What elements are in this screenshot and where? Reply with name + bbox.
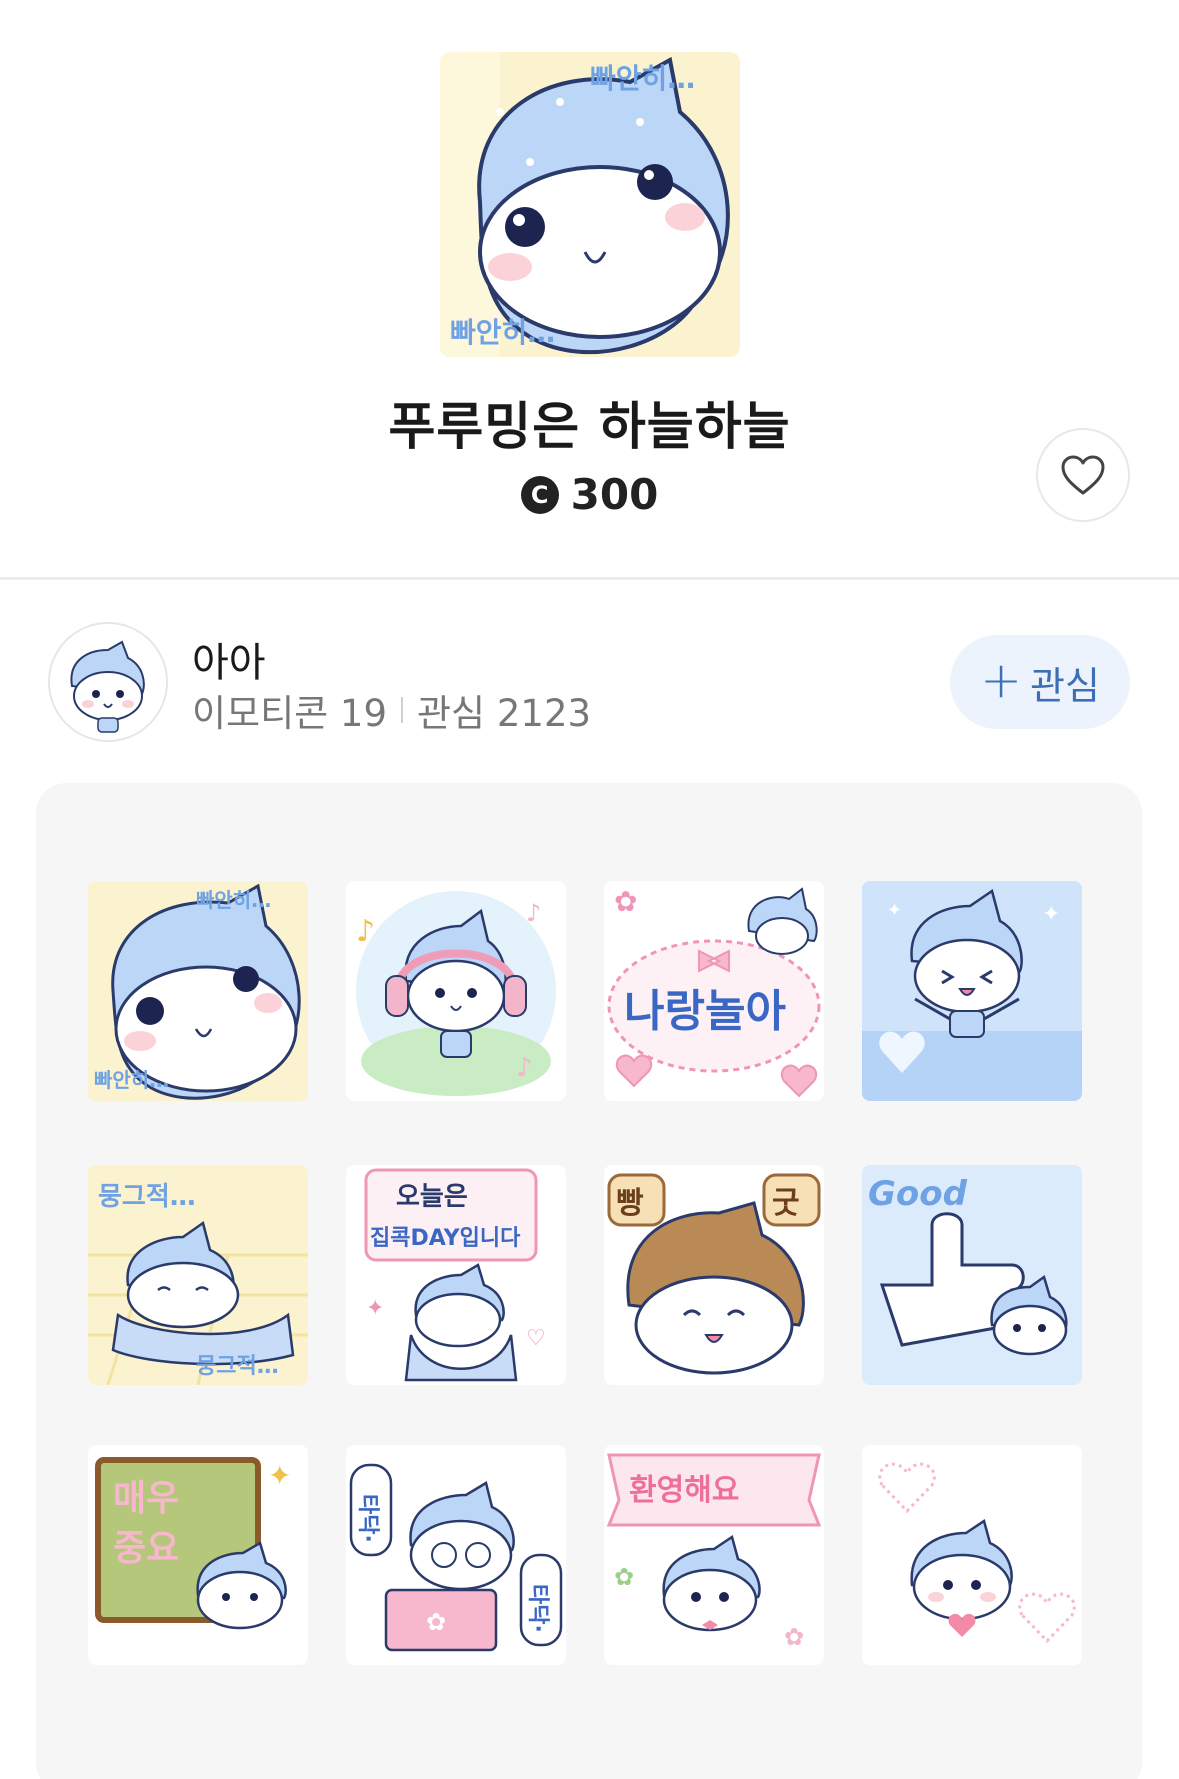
- emoticon-count: 이모티콘 19: [192, 692, 388, 735]
- sticker-caption-top: 뭉그적…: [98, 1182, 196, 1212]
- svg-text:✦: ✦: [887, 900, 902, 921]
- heart-outline-icon: [1061, 455, 1105, 495]
- sticker-item[interactable]: 매우 중요 ✦: [88, 1445, 308, 1665]
- sticker-cat-stare-image: 빠안히… 빠안히…: [88, 881, 308, 1101]
- sticker-caption-bottom: 뭉그적…: [196, 1354, 279, 1379]
- svg-text:빠안히…: 빠안히…: [450, 316, 555, 349]
- sticker-cat-cheer-image: ✦ ✦: [862, 881, 1082, 1101]
- stats-separator: [401, 697, 404, 723]
- avatar-cat-image: [50, 624, 166, 740]
- follow-button[interactable]: + 관심: [950, 635, 1130, 729]
- sticker-item[interactable]: Good: [862, 1165, 1082, 1385]
- sticker-caption-top: 빵: [616, 1186, 644, 1221]
- follow-button-label: 관심: [1029, 663, 1100, 708]
- sticker-caption-top: 환영해요: [629, 1473, 739, 1508]
- sticker-caption-bottom: 중요: [113, 1528, 179, 1569]
- sticker-cat-hearts-image: [862, 1445, 1082, 1665]
- sticker-cat-headphones-image: ♪ ♪ ♪: [346, 881, 566, 1101]
- cat-character-image: 빠안히… 빠안히…: [440, 52, 740, 357]
- sticker-very-important-image: 매우 중요 ✦: [88, 1445, 308, 1665]
- author-stats: 이모티콘 19 관심 2123: [192, 683, 591, 737]
- author-name[interactable]: 아아: [192, 630, 266, 688]
- section-divider: [0, 577, 1179, 580]
- sticker-welcome-image: 환영해요 ✿ ✿: [604, 1445, 824, 1665]
- sticker-cat-blanket-image: 뭉그적… 뭉그적…: [88, 1165, 308, 1385]
- sticker-play-with-me-image: 나랑놀아 ✿: [604, 881, 824, 1101]
- author-section: 아아 이모티콘 19 관심 2123 + 관심: [0, 620, 1179, 745]
- sticker-grid: 빠안히… 빠안히… ♪ ♪ ♪ 나랑놀아 ✿ ✦ ✦ 뭉그적… 뭉그적… 오늘은…: [36, 783, 1142, 1779]
- sticker-item[interactable]: ✦ ✦: [862, 881, 1082, 1101]
- sticker-caption-bottom: 집콕DAY입니다: [370, 1226, 521, 1251]
- sticker-item[interactable]: 타닥· 타닥· ✿: [346, 1445, 566, 1665]
- svg-text:✦: ✦: [1042, 902, 1060, 927]
- sticker-caption-top: Good: [868, 1174, 968, 1214]
- sticker-thumbs-up-image: Good: [862, 1165, 1082, 1385]
- price-value: 300: [570, 470, 659, 519]
- sticker-stay-home-image: 오늘은 집콕DAY입니다 ✦ ♡: [346, 1165, 566, 1385]
- sticker-item[interactable]: 오늘은 집콕DAY입니다 ✦ ♡: [346, 1165, 566, 1385]
- sticker-caption-bottom: 굿: [772, 1186, 800, 1221]
- svg-text:♪: ♪: [526, 899, 541, 927]
- sticker-bread-good-image: 빵 굿: [604, 1165, 824, 1385]
- sticker-item[interactable]: 뭉그적… 뭉그적…: [88, 1165, 308, 1385]
- sticker-item[interactable]: 빵 굿: [604, 1165, 824, 1385]
- svg-text:✿: ✿: [784, 1623, 804, 1651]
- sticker-item[interactable]: ♪ ♪ ♪: [346, 881, 566, 1101]
- coin-icon: C: [520, 475, 559, 514]
- product-title: 푸루밍은 하늘하늘: [388, 398, 791, 457]
- plus-icon: +: [980, 651, 1022, 709]
- sticker-caption-bottom: 빠안히…: [94, 1068, 169, 1092]
- svg-text:✿: ✿: [614, 885, 637, 918]
- sticker-caption-top: 매우: [113, 1478, 179, 1519]
- sticker-item[interactable]: 빠안히… 빠안히…: [88, 881, 308, 1101]
- svg-text:✿: ✿: [614, 1563, 634, 1591]
- svg-text:✿: ✿: [426, 1608, 446, 1636]
- author-avatar[interactable]: [48, 622, 168, 742]
- sticker-caption-top: 타닥·: [355, 1494, 380, 1543]
- svg-text:✦: ✦: [268, 1459, 291, 1492]
- like-button[interactable]: [1036, 428, 1130, 522]
- product-header: 빠안히… 빠안히… 푸루밍은 하늘하늘 C 300: [0, 0, 1179, 578]
- sticker-item[interactable]: 환영해요 ✿ ✿: [604, 1445, 824, 1665]
- sticker-caption-top: 오늘은: [396, 1182, 468, 1212]
- follower-count: 관심 2123: [417, 692, 592, 735]
- sticker-caption-top: 빠안히…: [196, 888, 271, 912]
- svg-text:♡: ♡: [526, 1326, 546, 1351]
- sticker-typing-image: 타닥· 타닥· ✿: [346, 1445, 566, 1665]
- sticker-caption-top: 나랑놀아: [624, 986, 786, 1037]
- sticker-item[interactable]: [862, 1445, 1082, 1665]
- sticker-caption-bottom: 타닥·: [525, 1584, 550, 1633]
- sticker-item[interactable]: 나랑놀아 ✿: [604, 881, 824, 1101]
- svg-text:빠안히…: 빠안히…: [590, 62, 695, 95]
- svg-text:♪: ♪: [356, 914, 375, 949]
- product-thumbnail: 빠안히… 빠안히…: [440, 52, 740, 357]
- price-row: C 300: [0, 470, 1179, 519]
- svg-text:♪: ♪: [516, 1053, 533, 1083]
- svg-text:✦: ✦: [366, 1296, 384, 1321]
